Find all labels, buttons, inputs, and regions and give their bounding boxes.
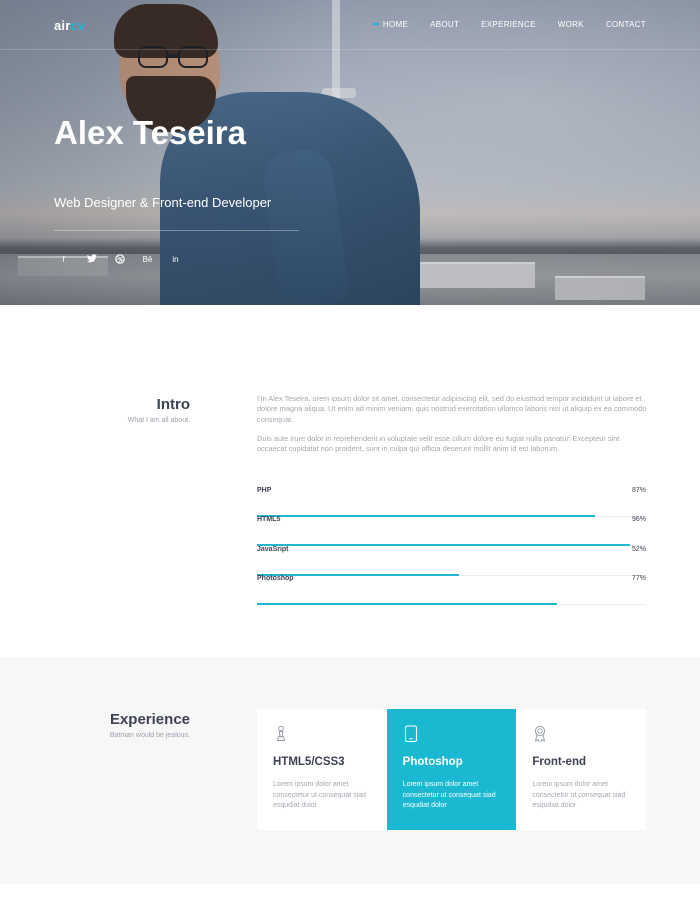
- card-title: Photoshop: [402, 756, 463, 768]
- skill-name: Photoshop: [257, 575, 294, 582]
- skill-bar-fill: [257, 603, 557, 605]
- dribbble-icon[interactable]: [114, 254, 125, 265]
- skill-percent: 77%: [631, 575, 646, 582]
- skill-percent: 52%: [631, 546, 646, 553]
- skill-row: Photoshop 77%: [257, 575, 646, 605]
- experience-card[interactable]: Front-end Lorem ipsum dolor amet consect…: [516, 709, 647, 830]
- skill-row: PHP 87%: [257, 487, 646, 517]
- experience-section: Experience Batman would be jealous. HTML…: [0, 657, 700, 884]
- intro-section: Intro What I am all about. I'm Alex Tese…: [0, 305, 700, 657]
- behance-icon[interactable]: Bē: [142, 254, 153, 265]
- experience-card[interactable]: HTML5/CSS3 Lorem ipsum dolor amet consec…: [257, 709, 387, 830]
- skill-name: PHP: [257, 487, 272, 494]
- hero-name: Alex Teseira: [54, 114, 247, 151]
- facebook-icon[interactable]: f: [58, 254, 69, 265]
- skill-bar: [257, 603, 646, 605]
- skill-row: JavaSript 52%: [257, 546, 646, 576]
- linkedin-icon[interactable]: in: [170, 254, 181, 265]
- nav-item-experience[interactable]: EXPERIENCE: [481, 20, 536, 29]
- logo-part-air: air: [54, 18, 71, 33]
- intro-subtitle: What I am all about.: [127, 417, 190, 424]
- nav-item-about[interactable]: ABOUT: [430, 20, 459, 29]
- card-title: HTML5/CSS3: [273, 756, 345, 768]
- tablet-icon: [403, 725, 419, 743]
- site-logo[interactable]: aircv: [54, 18, 85, 33]
- top-navigation: aircv HOME ABOUT EXPERIENCE WORK CONTACT: [0, 0, 700, 50]
- card-title: Front-end: [532, 756, 586, 768]
- experience-card[interactable]: Photoshop Lorem ipsum dolor amet consect…: [386, 709, 517, 830]
- social-links: f Bē in: [58, 254, 181, 265]
- card-text: Lorem ipsum dolor amet consectetur ut co…: [402, 781, 496, 810]
- hero-section: aircv HOME ABOUT EXPERIENCE WORK CONTACT…: [0, 0, 700, 305]
- hero-role: Web Designer & Front-end Developer: [54, 195, 272, 210]
- logo-part-cv: cv: [70, 18, 86, 33]
- page-bottom: [0, 884, 700, 900]
- intro-paragraph: I'm Alex Teseira, orem ipsum dolor sit a…: [257, 394, 647, 424]
- award-icon: [532, 725, 548, 743]
- hero-divider: [54, 230, 299, 231]
- card-text: Lorem ipsum dolor amet consectetur ut co…: [273, 781, 367, 810]
- twitter-icon[interactable]: [86, 254, 97, 265]
- skill-name: HTML5: [257, 516, 281, 523]
- chess-pawn-icon: [273, 725, 289, 743]
- intro-title: Intro: [156, 396, 190, 413]
- experience-title: Experience: [109, 711, 190, 728]
- nav-item-contact[interactable]: CONTACT: [606, 20, 646, 29]
- experience-subtitle: Batman would be jealous.: [109, 732, 190, 739]
- skill-percent: 87%: [631, 487, 646, 494]
- card-text: Lorem ipsum dolor amet consectetur ut co…: [532, 781, 626, 810]
- experience-cards: HTML5/CSS3 Lorem ipsum dolor amet consec…: [257, 709, 647, 830]
- skill-name: JavaSript: [257, 546, 289, 553]
- nav-item-home[interactable]: HOME: [372, 20, 408, 29]
- skill-percent: 96%: [631, 516, 646, 523]
- skill-row: HTML5 96%: [257, 516, 646, 546]
- nav-item-work[interactable]: WORK: [558, 20, 584, 29]
- nav-menu: HOME ABOUT EXPERIENCE WORK CONTACT: [372, 20, 646, 29]
- intro-paragraph: Duis aute irure dolor in reprehenderit i…: [257, 434, 620, 454]
